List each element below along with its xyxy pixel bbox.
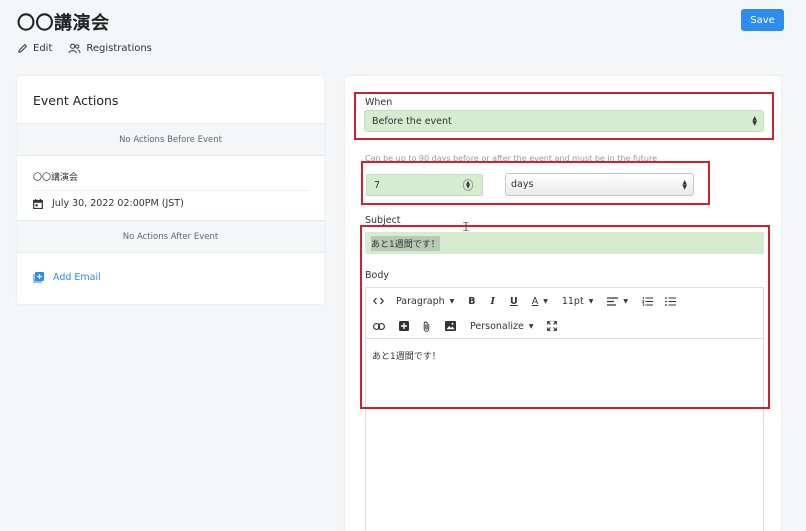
- event-actions-title: Event Actions: [17, 76, 324, 124]
- highlight-box-message: [360, 225, 770, 409]
- after-event-band: No Actions After Event: [17, 221, 324, 253]
- add-email-label: Add Email: [53, 271, 101, 283]
- event-date-row: July 30, 2022 02:00PM (JST): [33, 198, 308, 209]
- add-square-icon: [33, 271, 44, 283]
- cursor-icon: [463, 222, 469, 231]
- edit-link[interactable]: Edit: [17, 43, 52, 54]
- users-icon: [68, 43, 81, 54]
- page-title: 〇〇講演会: [17, 13, 110, 34]
- add-email-button[interactable]: Add Email: [17, 253, 324, 301]
- event-item[interactable]: 〇〇講演会 July 30, 2022 02:00PM (JST): [17, 156, 324, 221]
- event-date-text: July 30, 2022 02:00PM (JST): [52, 198, 184, 209]
- registrations-label: Registrations: [86, 43, 152, 54]
- registrations-link[interactable]: Registrations: [68, 43, 152, 54]
- before-event-band: No Actions Before Event: [17, 124, 324, 156]
- edit-label: Edit: [33, 43, 53, 54]
- event-actions-card: Event Actions No Actions Before Event 〇〇…: [17, 76, 324, 304]
- event-name: 〇〇講演会: [33, 170, 308, 191]
- save-button[interactable]: Save: [741, 9, 784, 31]
- pencil-icon: [18, 43, 28, 53]
- calendar-icon: [33, 198, 43, 209]
- sub-navigation: Edit Registrations: [17, 43, 168, 54]
- highlight-box-when: [354, 92, 774, 140]
- highlight-box-timing: [361, 161, 710, 205]
